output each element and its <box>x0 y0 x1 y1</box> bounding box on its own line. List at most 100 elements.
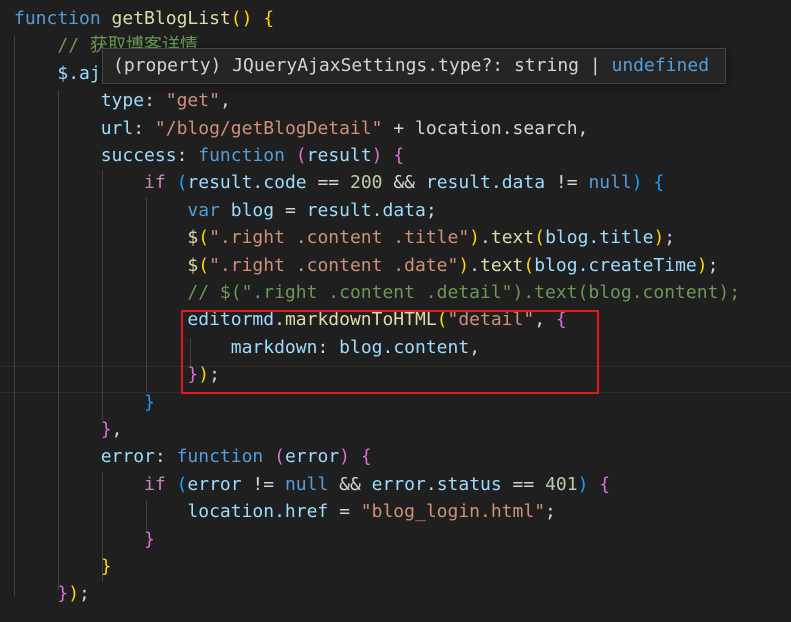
code-token: blog <box>230 199 275 221</box>
code-token: { <box>263 8 275 29</box>
code-line[interactable]: // $(".right .content .detail").text(blo… <box>14 279 740 306</box>
code-token: $ <box>187 254 199 276</box>
code-token: ) <box>653 227 665 249</box>
code-token: null <box>284 473 329 495</box>
code-line[interactable]: success: function (result) { <box>14 142 405 169</box>
code-token: result.data <box>306 199 426 221</box>
code-token: : <box>154 446 177 468</box>
code-token: ".right .content .date" <box>209 254 459 276</box>
code-token: "/blog/getBlogDetail" <box>154 117 383 139</box>
code-line[interactable]: error: function (error) { <box>14 443 372 470</box>
code-token: ( <box>295 145 307 166</box>
code-token: if <box>144 172 177 194</box>
code-token: != <box>241 473 285 495</box>
code-token: != <box>545 172 589 194</box>
code-token: && <box>328 473 372 495</box>
code-token: { <box>360 446 372 468</box>
code-token: && <box>382 172 426 194</box>
code-line[interactable]: $(".right .content .title").text(blog.ti… <box>14 224 675 251</box>
code-token: ; <box>664 227 676 249</box>
code-token: ; <box>79 583 90 605</box>
code-token: blog.title <box>545 227 654 249</box>
code-line[interactable]: $.aj <box>14 60 101 87</box>
code-token: . <box>480 227 491 249</box>
code-token: } <box>144 391 155 413</box>
code-token: error <box>187 473 242 495</box>
code-token: text <box>490 227 535 249</box>
code-token: url <box>100 117 134 139</box>
code-token: { <box>599 473 611 495</box>
code-token: // $(".right .content .detail").text(blo… <box>187 282 741 303</box>
code-line[interactable]: } <box>14 389 155 416</box>
code-line[interactable]: if (result.code == 200 && result.data !=… <box>14 169 664 196</box>
code-token: "get" <box>165 90 220 112</box>
code-token: : <box>133 117 155 139</box>
code-token: 401 <box>545 473 578 495</box>
code-line[interactable]: } <box>14 526 155 553</box>
code-line[interactable]: if (error != null && error.status == 401… <box>14 471 610 498</box>
code-token: ( <box>176 172 188 194</box>
code-token: } <box>57 583 69 605</box>
code-token: function <box>176 446 275 468</box>
code-line[interactable]: }, <box>14 416 123 443</box>
code-line[interactable]: location.href = "blog_login.html"; <box>14 498 555 525</box>
code-editor[interactable]: function getBlogList() { // 获取博客详情 $.aj … <box>0 0 791 622</box>
code-token: == <box>306 172 350 194</box>
code-token: ) <box>339 446 361 468</box>
code-token: 200 <box>349 172 383 194</box>
code-line[interactable]: var blog = result.data; <box>14 197 437 224</box>
code-line[interactable]: }); <box>14 580 90 607</box>
code-token: function <box>198 145 296 166</box>
code-token: function <box>14 8 112 29</box>
hover-undefined-keyword: undefined <box>611 55 710 76</box>
code-token: ) <box>68 583 80 605</box>
red-highlight-box <box>181 310 599 394</box>
code-token: = <box>274 199 307 221</box>
code-token: = <box>328 501 361 523</box>
code-token: ( <box>198 254 210 276</box>
code-token: error <box>100 446 155 468</box>
code-token: ( <box>534 227 546 249</box>
code-line[interactable]: } <box>14 553 112 580</box>
code-line[interactable]: url: "/blog/getBlogDetail" + location.se… <box>14 115 589 142</box>
code-line[interactable]: type: "get", <box>14 87 231 114</box>
code-token: } <box>144 528 155 550</box>
code-line[interactable]: $(".right .content .date").text(blog.cre… <box>14 252 718 279</box>
code-token: result <box>306 145 372 166</box>
code-token: "blog_login.html" <box>360 501 546 523</box>
code-token: == <box>501 473 546 495</box>
code-token: null <box>588 172 632 194</box>
code-token: } <box>100 556 112 577</box>
code-token: $.aj <box>57 62 101 84</box>
code-token: () <box>230 8 264 29</box>
code-token: ; <box>425 199 437 221</box>
code-token: result.data <box>425 172 546 194</box>
code-token: + location.search, <box>382 117 589 139</box>
code-token: ) <box>696 254 708 276</box>
code-token: error.status <box>371 473 502 495</box>
code-token: result.code <box>187 172 307 194</box>
code-token: error <box>284 446 340 468</box>
code-token: getBlogList <box>111 8 231 29</box>
code-token: ( <box>198 227 210 249</box>
code-token: { <box>393 145 405 166</box>
code-line[interactable]: function getBlogList() { <box>14 5 274 32</box>
code-token: var <box>187 199 231 221</box>
code-token: ) <box>577 473 600 495</box>
code-token: ) <box>469 227 481 249</box>
code-token: text <box>480 254 524 276</box>
code-token: ) <box>631 172 654 194</box>
